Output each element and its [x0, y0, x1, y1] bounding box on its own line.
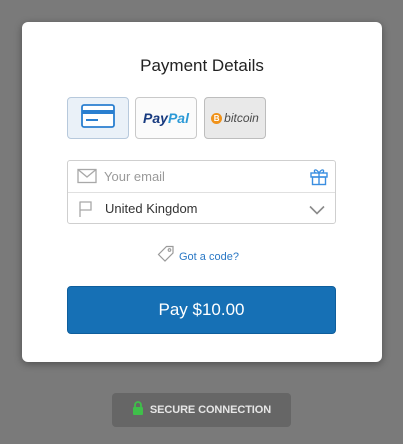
paypal-logo: PayPal — [143, 110, 189, 126]
chevron-down-icon — [309, 202, 325, 220]
secure-connection-badge: SECURE CONNECTION — [112, 393, 291, 427]
lock-icon — [132, 400, 144, 420]
method-bitcoin-button[interactable]: B bitcoin — [204, 97, 266, 139]
bitcoin-logo: B bitcoin — [211, 111, 259, 125]
tag-icon — [157, 245, 175, 268]
credit-card-icon — [81, 103, 115, 133]
got-code-label: Got a code? — [179, 250, 239, 263]
bitcoin-icon: B — [211, 112, 223, 124]
method-card-button[interactable] — [67, 97, 129, 139]
method-paypal-button[interactable]: PayPal — [135, 97, 197, 139]
flag-icon — [77, 200, 95, 223]
form-fields: United Kingdom — [67, 160, 336, 224]
country-select[interactable]: United Kingdom — [68, 193, 335, 224]
envelope-icon — [77, 168, 97, 189]
email-field[interactable] — [104, 167, 294, 185]
email-row — [68, 161, 335, 193]
gift-icon[interactable] — [309, 166, 329, 191]
page-title: Payment Details — [140, 56, 264, 75]
pay-button[interactable]: Pay $10.00 — [67, 286, 336, 334]
payment-card: Payment Details PayPal B bitcoin Your em… — [22, 22, 382, 362]
country-value: United Kingdom — [105, 201, 198, 216]
got-code-link[interactable]: Got a code? — [157, 245, 239, 268]
secure-label: SECURE CONNECTION — [149, 404, 272, 416]
